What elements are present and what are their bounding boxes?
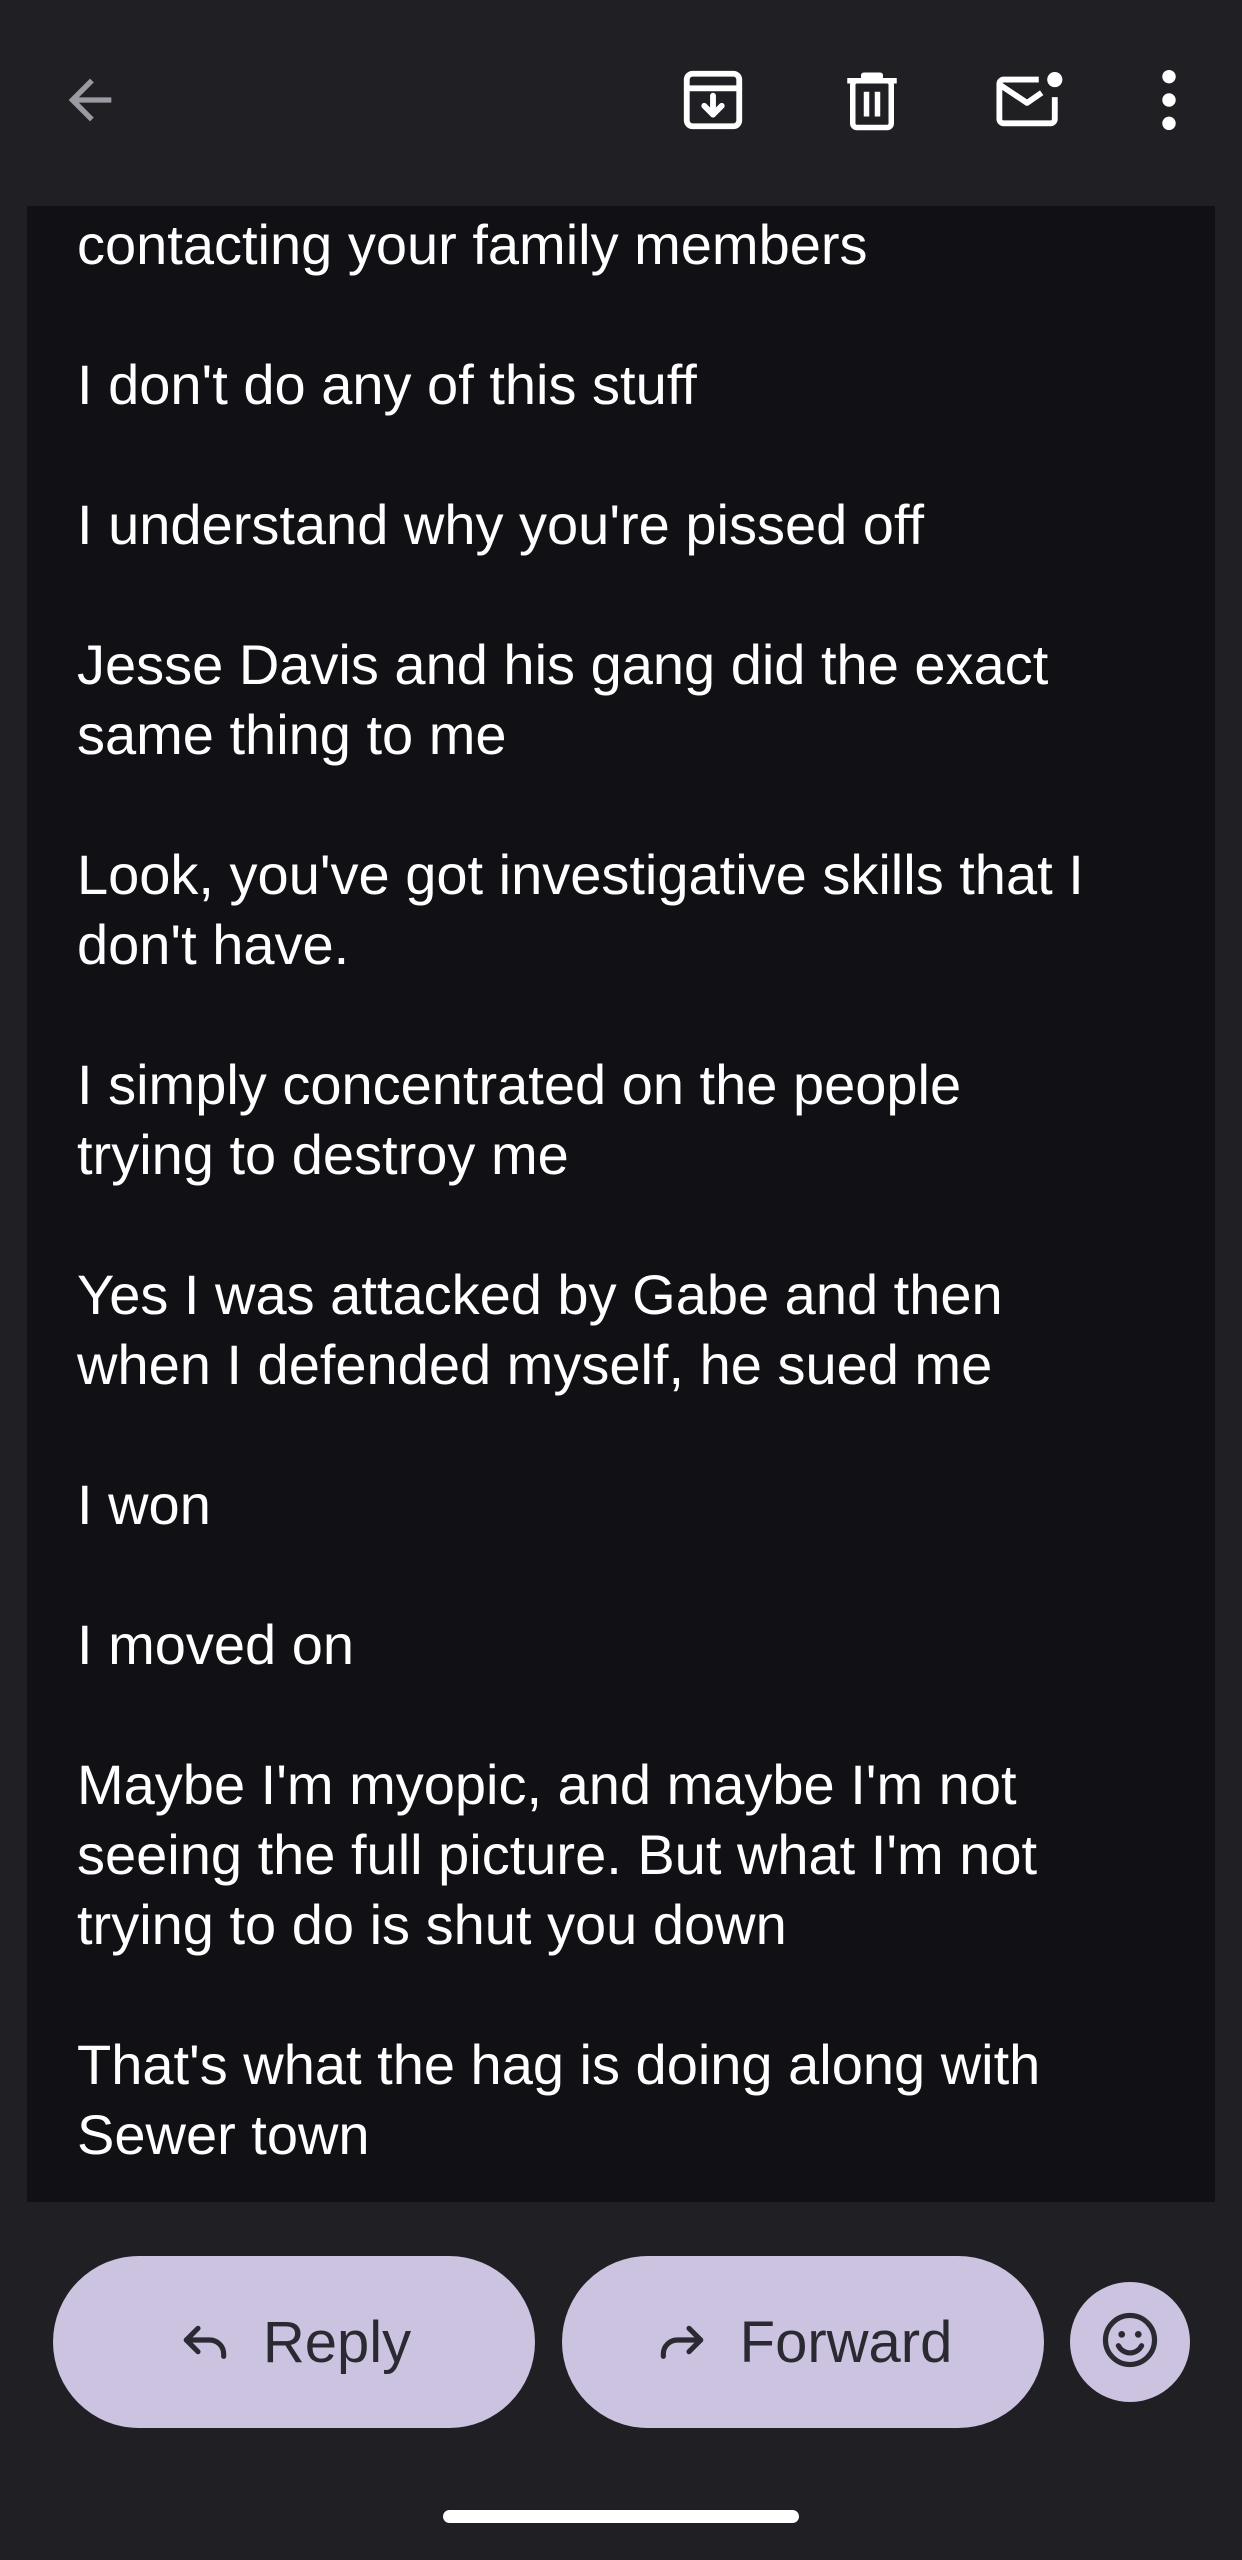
message-paragraph: I won — [77, 1473, 211, 1536]
reply-button[interactable]: Reply — [53, 2256, 535, 2428]
forward-button[interactable]: Forward — [562, 2256, 1044, 2428]
mail-unread-icon — [992, 65, 1068, 135]
message-body: contacting your family members I don't d… — [27, 206, 1215, 2202]
trash-icon — [839, 65, 905, 135]
reply-label: Reply — [262, 2309, 412, 2375]
arrow-left-icon — [58, 68, 122, 132]
message-actions-bar: Reply Forward — [0, 2202, 1242, 2560]
mark-unread-button[interactable] — [980, 50, 1080, 150]
emoji-reaction-button[interactable] — [1070, 2282, 1190, 2402]
message-paragraph: I don't do any of this stuff — [77, 353, 697, 416]
top-app-bar — [0, 0, 1242, 206]
message-paragraph: I understand why you're pissed off — [77, 493, 925, 556]
archive-button[interactable] — [663, 50, 763, 150]
home-indicator[interactable] — [443, 2510, 799, 2523]
message-paragraph: I simply concentrated on the people tryi… — [77, 1053, 962, 1186]
message-text: contacting your family members I don't d… — [77, 210, 1187, 2202]
message-paragraph: I moved on — [77, 1613, 355, 1676]
emoji-reaction-icon — [1099, 2309, 1161, 2376]
back-button[interactable] — [40, 50, 140, 150]
message-paragraph: Look, you've got investigative skills th… — [77, 843, 1084, 976]
forward-label: Forward — [739, 2309, 953, 2375]
more-vert-icon — [1154, 65, 1184, 135]
message-paragraph: Yes I was attacked by Gabe and then when… — [77, 1263, 1003, 1396]
more-options-button[interactable] — [1119, 50, 1219, 150]
email-view-screen: contacting your family members I don't d… — [0, 0, 1242, 2560]
forward-icon — [654, 2312, 710, 2373]
reply-icon — [177, 2312, 233, 2373]
archive-icon — [678, 65, 748, 135]
message-paragraph: Maybe I'm myopic, and maybe I'm not seei… — [77, 1753, 1038, 1956]
message-paragraph: That's what the hag is doing along with … — [77, 2033, 1041, 2166]
message-paragraph: Jesse Davis and his gang did the exact s… — [77, 633, 1049, 766]
message-paragraph: contacting your family members — [77, 213, 868, 276]
delete-button[interactable] — [822, 50, 922, 150]
